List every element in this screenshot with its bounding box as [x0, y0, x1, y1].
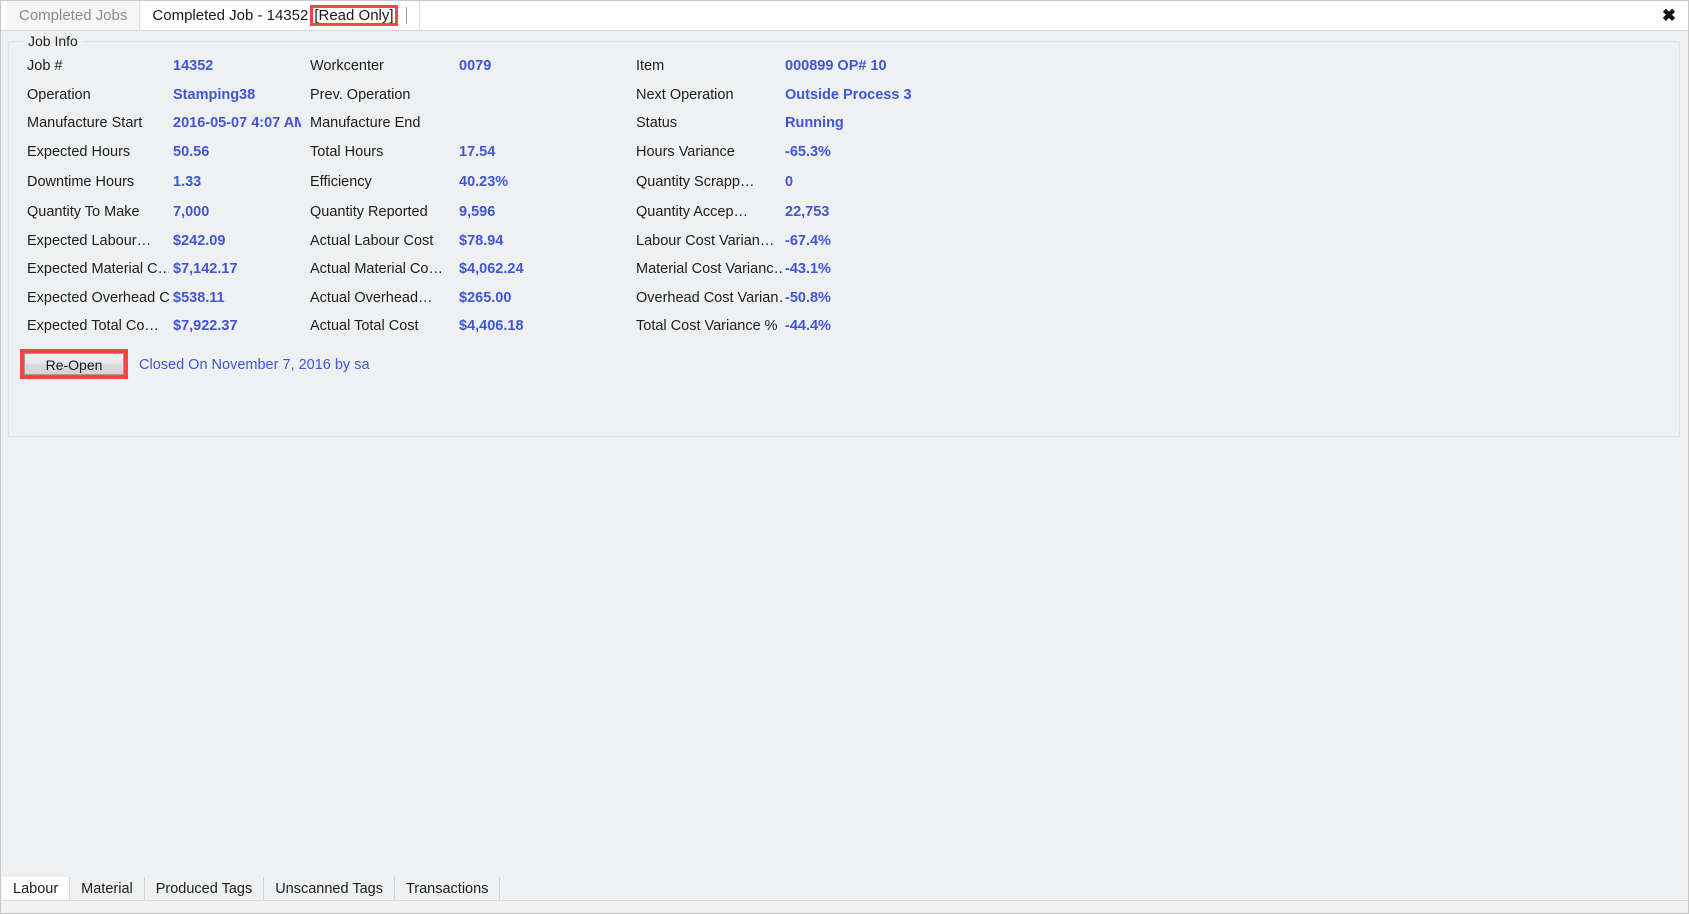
- field-value-quantity-accepted: 22,753: [785, 204, 830, 221]
- field-row: Expected Labour… $242.09 Actual Labour C…: [9, 227, 1679, 256]
- field-label-workcenter: Workcenter: [310, 58, 384, 75]
- bottom-tab-produced-tags[interactable]: Produced Tags: [144, 877, 265, 900]
- field-value-actual-material-cost: $4,062.24: [459, 261, 524, 278]
- field-value-total-hours: 17.54: [459, 143, 496, 160]
- field-label-expected-labour-cost: Expected Labour…: [27, 232, 152, 249]
- bottom-tab-label: Transactions: [405, 880, 489, 897]
- field-label-quantity-reported: Quantity Reported: [310, 204, 428, 221]
- field-label-material-cost-variance: Material Cost Varianc…: [636, 261, 784, 278]
- field-value-quantity-reported: 9,596: [459, 204, 496, 221]
- status-bar: [2, 900, 1688, 913]
- field-label-job-number: Job #: [27, 58, 63, 75]
- field-label-downtime-hours: Downtime Hours: [27, 174, 135, 190]
- close-icon[interactable]: ✖: [1658, 4, 1680, 26]
- field-row: Expected Total Co… $7,922.37 Actual Tota…: [9, 312, 1679, 341]
- field-row: Manufacture Start 2016-05-07 4:07 AM Man…: [9, 109, 1679, 138]
- field-label-quantity-to-make: Quantity To Make: [27, 204, 140, 221]
- completed-job-window: Completed Jobs Completed Job - 14352 [Re…: [0, 0, 1689, 914]
- field-value-actual-total-cost: $4,406.18: [459, 318, 524, 335]
- field-label-expected-hours: Expected Hours: [27, 143, 131, 160]
- top-tab-completed-jobs[interactable]: Completed Jobs: [7, 1, 141, 30]
- top-tab-completed-job-detail[interactable]: Completed Job - 14352 [Read Only]: [140, 1, 420, 30]
- bottom-tab-label: Unscanned Tags: [275, 880, 383, 897]
- field-value-expected-total-cost: $7,922.37: [173, 318, 238, 335]
- job-info-groupbox: Job Info Job # 14352 Workcenter 0079 Ite…: [8, 33, 1680, 437]
- field-row: Job # 14352 Workcenter 0079 Item 000899 …: [9, 52, 1679, 81]
- field-label-item: Item: [636, 58, 665, 75]
- closed-on-text: Closed On November 7, 2016 by sa: [139, 357, 370, 373]
- field-value-operation: Stamping38: [173, 86, 256, 103]
- field-value-next-operation: Outside Process 3: [785, 86, 912, 103]
- field-value-labour-cost-variance: -67.4%: [785, 232, 831, 249]
- field-value-expected-labour-cost: $242.09: [173, 232, 226, 249]
- field-value-actual-overhead-cost: $265.00: [459, 289, 512, 306]
- field-value-workcenter: 0079: [459, 58, 492, 75]
- reopen-button-highlight: Re-Open: [20, 349, 128, 379]
- field-label-status: Status: [636, 115, 678, 132]
- bottom-tab-unscanned-tags[interactable]: Unscanned Tags: [264, 877, 395, 900]
- field-value-prev-operation: [459, 81, 629, 110]
- field-label-next-operation: Next Operation: [636, 86, 734, 103]
- top-tab-label: Completed Jobs: [19, 7, 128, 24]
- field-value-efficiency: 40.23%: [459, 174, 509, 190]
- field-label-operation: Operation: [27, 86, 91, 103]
- field-label-efficiency: Efficiency: [310, 174, 372, 190]
- field-row: Downtime Hours 1.33 Efficiency 40.23% Qu…: [9, 166, 1679, 198]
- field-label-expected-material-cost: Expected Material C…: [27, 261, 169, 278]
- bottom-tab-transactions[interactable]: Transactions: [394, 877, 501, 900]
- field-label-quantity-scrapped: Quantity Scrapp…: [636, 174, 755, 190]
- bottom-tab-label: Produced Tags: [155, 880, 253, 897]
- field-row: Operation Stamping38 Prev. Operation Nex…: [9, 81, 1679, 110]
- top-tab-strip: Completed Jobs Completed Job - 14352 [Re…: [1, 1, 1688, 31]
- field-value-quantity-to-make: 7,000: [173, 204, 210, 221]
- field-label-expected-overhead-cost: Expected Overhead C…: [27, 289, 169, 306]
- field-value-expected-hours: 50.56: [173, 143, 210, 160]
- field-value-manufacture-end: [459, 109, 629, 138]
- field-label-actual-labour-cost: Actual Labour Cost: [310, 232, 434, 249]
- job-info-fields: Job # 14352 Workcenter 0079 Item 000899 …: [9, 52, 1679, 341]
- bottom-tab-label: Material: [81, 880, 133, 897]
- bottom-tab-label: Labour: [13, 880, 59, 897]
- field-label-labour-cost-variance: Labour Cost Varian…: [636, 232, 775, 249]
- tab-divider-icon: [405, 7, 407, 24]
- field-label-total-hours: Total Hours: [310, 143, 384, 160]
- job-info-legend: Job Info: [23, 33, 83, 49]
- field-label-actual-material-cost: Actual Material Co…: [310, 261, 443, 278]
- top-tab-label: Completed Job - 14352: [152, 7, 309, 24]
- detail-content-area: [1, 442, 1688, 872]
- field-label-actual-overhead-cost: Actual Overhead…: [310, 289, 433, 306]
- field-label-overhead-cost-variance: Overhead Cost Varian…: [636, 289, 784, 306]
- bottom-tab-strip: Labour Material Produced Tags Unscanned …: [2, 877, 1688, 901]
- field-value-overhead-cost-variance: -50.8%: [785, 289, 831, 306]
- reopen-button[interactable]: Re-Open: [24, 353, 124, 375]
- field-row: Expected Hours 50.56 Total Hours 17.54 H…: [9, 138, 1679, 167]
- field-label-expected-total-cost: Expected Total Co…: [27, 318, 159, 335]
- field-value-quantity-scrapped: 0: [785, 174, 794, 190]
- field-label-total-cost-variance: Total Cost Variance %: [636, 318, 778, 335]
- read-only-badge: [Read Only]: [310, 5, 398, 26]
- field-value-item: 000899 OP# 10: [785, 58, 887, 75]
- field-label-quantity-accepted: Quantity Accep…: [636, 204, 749, 221]
- field-row: Expected Overhead C… $538.11 Actual Over…: [9, 284, 1679, 313]
- field-label-prev-operation: Prev. Operation: [310, 86, 411, 103]
- field-value-downtime-hours: 1.33: [173, 174, 202, 190]
- field-value-expected-material-cost: $7,142.17: [173, 261, 238, 278]
- bottom-tab-labour[interactable]: Labour: [2, 877, 71, 901]
- field-value-job-number: 14352: [173, 58, 214, 75]
- reopen-action-row: Re-Open Closed On November 7, 2016 by sa: [9, 349, 1679, 386]
- field-value-material-cost-variance: -43.1%: [785, 261, 831, 278]
- field-value-expected-overhead-cost: $538.11: [173, 289, 225, 306]
- field-label-actual-total-cost: Actual Total Cost: [310, 318, 419, 335]
- field-row: Expected Material C… $7,142.17 Actual Ma…: [9, 255, 1679, 284]
- status-badge: Running: [785, 115, 844, 132]
- field-row: Quantity To Make 7,000 Quantity Reported…: [9, 198, 1679, 227]
- field-value-hours-variance: -65.3%: [785, 143, 831, 160]
- field-value-manufacture-start: 2016-05-07 4:07 AM: [173, 115, 301, 132]
- bottom-tab-material[interactable]: Material: [70, 877, 145, 900]
- field-label-manufacture-end: Manufacture End: [310, 115, 421, 132]
- field-label-manufacture-start: Manufacture Start: [27, 115, 143, 132]
- field-value-total-cost-variance: -44.4%: [785, 318, 831, 335]
- field-value-actual-labour-cost: $78.94: [459, 232, 504, 249]
- field-label-hours-variance: Hours Variance: [636, 143, 735, 160]
